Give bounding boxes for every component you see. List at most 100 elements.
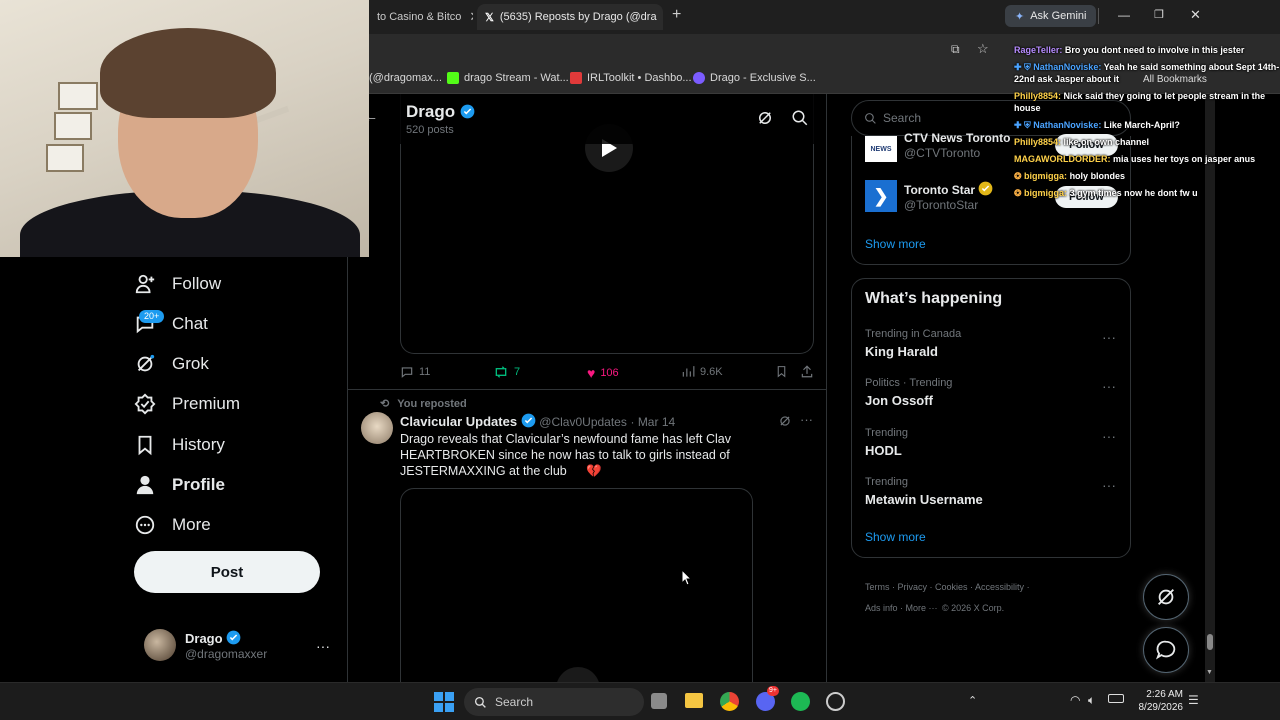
- sidebar-item-follow[interactable]: Follow: [134, 264, 221, 304]
- trend-item[interactable]: Trending Metawin Username: [865, 476, 983, 507]
- bookmark-item[interactable]: IRLToolkit • Dashbo...: [570, 72, 692, 84]
- search-icon[interactable]: [791, 109, 809, 127]
- views-button[interactable]: 9.6K: [681, 365, 723, 379]
- post-video[interactable]: [400, 488, 753, 682]
- section-title: What’s happening: [865, 290, 1003, 307]
- gemini-icon: ✦: [1015, 10, 1025, 23]
- post-handle[interactable]: @Clav0Updates: [539, 415, 627, 429]
- sidebar-item-label: Follow: [172, 274, 222, 293]
- webcam-overlay: [0, 0, 369, 257]
- verified-badge-icon: [460, 104, 475, 119]
- trend-item[interactable]: Trending HODL: [865, 427, 908, 458]
- openai-icon[interactable]: [826, 692, 845, 711]
- x-logo-icon: 𝕏: [485, 11, 494, 24]
- minimize-icon[interactable]: —: [1118, 8, 1130, 22]
- footer-link[interactable]: More ···: [906, 603, 938, 613]
- avatar[interactable]: [361, 412, 393, 444]
- install-app-icon[interactable]: ⧉: [951, 42, 960, 57]
- browser-tab-reposts[interactable]: 𝕏 (5635) Reposts by Drago (@dra ✕: [477, 4, 663, 30]
- post-author[interactable]: Clavicular Updates: [400, 414, 517, 429]
- bookmark-label: (@dragomax...: [369, 72, 442, 84]
- post-author-line: Clavicular Updates @Clav0Updates · Mar 1…: [400, 413, 675, 429]
- notifications-icon[interactable]: ☰: [1188, 693, 1199, 707]
- sidebar-item-more[interactable]: More: [134, 505, 211, 545]
- restore-icon[interactable]: ❐: [1154, 8, 1164, 21]
- trend-menu-icon[interactable]: ···: [1102, 428, 1116, 444]
- footer-link[interactable]: Accessibility: [975, 582, 1024, 592]
- scrollbar-thumb[interactable]: [1207, 634, 1213, 650]
- divider: [1098, 8, 1099, 24]
- show-more-link[interactable]: Show more: [865, 530, 926, 544]
- windows-start-icon[interactable]: [434, 692, 454, 712]
- trend-item[interactable]: Politics · Trending Jon Ossoff: [865, 377, 952, 408]
- post-menu-icon[interactable]: ···: [800, 412, 813, 427]
- sidebar-item-label: Premium: [172, 394, 241, 413]
- share-icon[interactable]: [800, 364, 814, 379]
- wifi-icon[interactable]: ◠: [1070, 693, 1080, 707]
- chat-badge-icon: ❂: [1014, 171, 1025, 181]
- play-button[interactable]: [556, 667, 600, 682]
- scroll-down-icon[interactable]: ▼: [1206, 669, 1213, 676]
- reply-button[interactable]: 11: [400, 365, 430, 379]
- grok-icon[interactable]: [756, 109, 774, 127]
- sidebar-item-grok[interactable]: Grok: [134, 344, 209, 384]
- footer-link[interactable]: Cookies: [935, 582, 968, 592]
- trend-name: HODL: [865, 443, 902, 458]
- broken-heart-icon: 💔: [586, 464, 602, 478]
- grok-icon: [1158, 589, 1174, 605]
- trend-menu-icon[interactable]: ···: [1102, 477, 1116, 493]
- show-more-link[interactable]: Show more: [865, 237, 926, 251]
- account-menu-icon[interactable]: ···: [316, 638, 330, 654]
- chat-badge-icon: ❂: [1014, 188, 1025, 198]
- chat-username: MAGAWORLDORDER:: [1014, 154, 1111, 164]
- avatar[interactable]: [144, 629, 176, 661]
- verified-badge-icon: [226, 630, 241, 645]
- bookmark-icon: [138, 435, 152, 456]
- taskbar-search[interactable]: Search: [464, 688, 644, 716]
- taskbar-clock[interactable]: 2:26 AM 8/29/2026: [1137, 688, 1184, 714]
- spotify-icon[interactable]: [791, 692, 810, 711]
- close-tab-icon[interactable]: ✕: [461, 9, 473, 25]
- kick-icon: [447, 72, 459, 84]
- battery-icon[interactable]: [1108, 694, 1124, 703]
- follow-suggestion-name[interactable]: Toronto Star: [904, 181, 993, 197]
- like-button[interactable]: ♥ 106: [587, 365, 619, 381]
- post-button[interactable]: Post: [134, 551, 320, 593]
- trend-menu-icon[interactable]: ···: [1102, 378, 1116, 394]
- grok-icon[interactable]: [778, 414, 792, 428]
- footer-link[interactable]: Ads info: [865, 603, 898, 613]
- repost-button[interactable]: 7: [493, 365, 520, 379]
- bookmark-item[interactable]: (@dragomax...: [369, 72, 442, 84]
- trend-item[interactable]: Trending in Canada King Harald: [865, 328, 961, 359]
- post-text: Drago reveals that Clavicular’s newfound…: [400, 431, 780, 479]
- trend-menu-icon[interactable]: ···: [1102, 329, 1116, 345]
- repost-count: 7: [514, 366, 521, 378]
- sidebar-item-profile[interactable]: Profile: [134, 465, 225, 505]
- close-tab-icon[interactable]: ✕: [657, 9, 663, 25]
- messages-fab-button[interactable]: [1143, 627, 1189, 673]
- sidebar-item-premium[interactable]: Premium: [134, 384, 240, 424]
- grok-fab-button[interactable]: [1143, 574, 1189, 620]
- file-explorer-icon[interactable]: [685, 693, 703, 708]
- bookmark-item[interactable]: Drago - Exclusive S...: [693, 72, 816, 84]
- follow-suggestion-name-text: Toronto Star: [904, 183, 976, 197]
- tray-chevron-icon[interactable]: ⌃: [968, 694, 977, 707]
- footer-link[interactable]: Terms: [865, 582, 890, 592]
- new-tab-button[interactable]: +: [672, 6, 681, 24]
- post-date[interactable]: · Mar 14: [630, 415, 675, 429]
- close-window-icon[interactable]: ✕: [1190, 7, 1201, 23]
- ask-gemini-button[interactable]: ✦ Ask Gemini: [1005, 5, 1097, 27]
- chat-badge-icon: ✚ ⛨: [1014, 120, 1034, 130]
- task-view-icon[interactable]: [651, 693, 667, 709]
- star-bookmark-icon[interactable]: ☆: [977, 41, 989, 57]
- profile-icon: [136, 475, 154, 495]
- bookmark-icon[interactable]: [775, 364, 788, 379]
- bookmark-item[interactable]: drago Stream - Wat...: [447, 72, 569, 84]
- chrome-icon[interactable]: [720, 692, 739, 711]
- wall-frame: [54, 112, 92, 140]
- account-name[interactable]: Drago: [185, 630, 241, 646]
- volume-icon[interactable]: 🔈︎: [1088, 693, 1095, 708]
- sidebar-item-history[interactable]: History: [134, 425, 225, 465]
- browser-tab-casino[interactable]: to Casino & Bitco ✕: [369, 4, 473, 30]
- footer-link[interactable]: Privacy: [898, 582, 928, 592]
